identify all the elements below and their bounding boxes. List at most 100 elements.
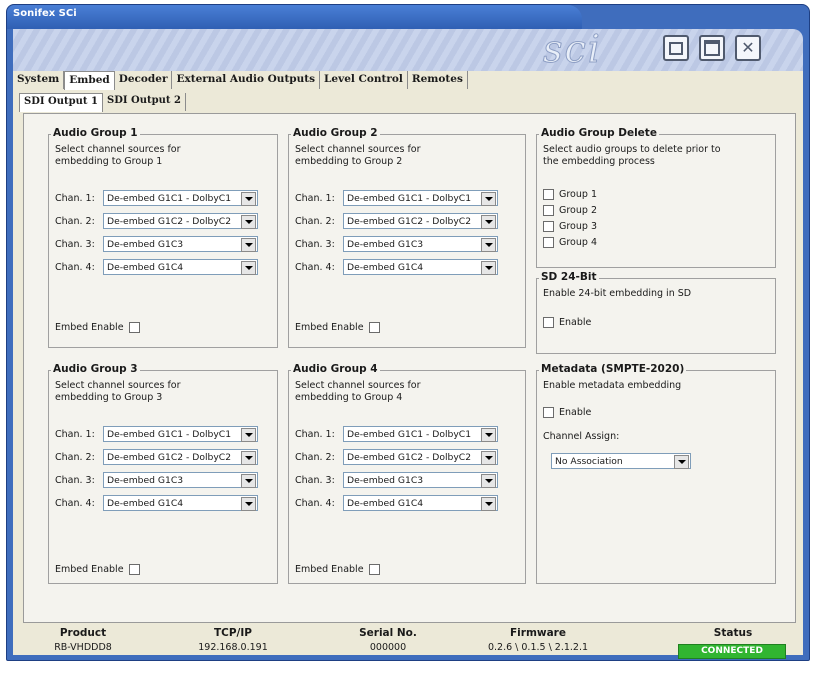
channel-select[interactable]: De-embed G1C1 - DolbyC1 — [343, 190, 498, 206]
embed-enable-row: Embed Enable — [295, 564, 380, 575]
channel-label: Chan. 1: — [295, 192, 335, 204]
embed-enable-checkbox[interactable] — [128, 564, 140, 575]
tab-sdi-output-1[interactable]: SDI Output 1 — [19, 93, 103, 112]
channel-select[interactable]: De-embed G1C1 - DolbyC1 — [343, 426, 498, 442]
channel-assign-select[interactable]: No Association — [551, 453, 691, 469]
description-line: Select channel sources for — [55, 144, 181, 155]
dropdown-arrow-icon[interactable] — [241, 451, 256, 465]
app-window: Sonifex SCi sci ✕ System Embed Decoder E… — [6, 4, 810, 661]
channel-row: Chan. 3: De-embed G1C3 — [295, 235, 498, 253]
metadata-enable-checkbox[interactable] — [543, 407, 554, 418]
metadata-enable-row: Enable — [543, 407, 591, 418]
dropdown-arrow-icon[interactable] — [241, 428, 256, 442]
channel-select[interactable]: De-embed G1C3 — [343, 236, 498, 252]
sd24-enable-checkbox[interactable] — [543, 317, 554, 328]
channel-row: Chan. 1: De-embed G1C1 - DolbyC1 — [55, 425, 258, 443]
select-value: De-embed G1C4 — [347, 262, 424, 273]
channel-select[interactable]: De-embed G1C2 - DolbyC2 — [103, 213, 258, 229]
dropdown-arrow-icon[interactable] — [241, 215, 256, 229]
tab-decoder[interactable]: Decoder — [115, 71, 173, 89]
channel-select[interactable]: De-embed G1C2 - DolbyC2 — [343, 213, 498, 229]
tab-level-control[interactable]: Level Control — [320, 71, 408, 89]
channel-select[interactable]: De-embed G1C3 — [103, 472, 258, 488]
dropdown-arrow-icon[interactable] — [481, 192, 496, 206]
channel-label: Chan. 2: — [55, 451, 95, 463]
dropdown-arrow-icon[interactable] — [241, 238, 256, 252]
status-header: Status — [713, 627, 753, 639]
select-value: No Association — [555, 456, 623, 467]
select-value: De-embed G1C4 — [107, 498, 184, 509]
group-title: Audio Group Delete — [539, 127, 659, 139]
channel-row: Chan. 4: De-embed G1C4 — [55, 258, 258, 276]
tcpip-header: TCP/IP — [213, 627, 252, 639]
maximize-button[interactable] — [699, 35, 725, 61]
audio-group-delete: Audio Group Delete Select audio groups t… — [536, 127, 776, 268]
sd24-enable-row: Enable — [543, 317, 591, 328]
sd24-description: Enable 24-bit embedding in SD — [543, 288, 692, 299]
tab-system[interactable]: System — [13, 71, 65, 89]
channel-label: Chan. 1: — [55, 428, 95, 440]
channel-select[interactable]: De-embed G1C2 - DolbyC2 — [343, 449, 498, 465]
dropdown-arrow-icon[interactable] — [481, 215, 496, 229]
audio-group-2: Audio Group 2 Select channel sources for… — [288, 127, 526, 348]
dropdown-arrow-icon[interactable] — [481, 451, 496, 465]
dropdown-arrow-icon[interactable] — [481, 497, 496, 511]
channel-select[interactable]: De-embed G1C3 — [343, 472, 498, 488]
embed-enable-checkbox[interactable] — [368, 322, 380, 333]
delete-group-2-checkbox[interactable] — [543, 205, 554, 216]
close-button[interactable]: ✕ — [735, 35, 761, 61]
delete-group-4-row: Group 4 — [543, 237, 597, 248]
dropdown-arrow-icon[interactable] — [241, 474, 256, 488]
group-description: Select channel sources for embedding to … — [295, 144, 421, 168]
channel-label: Chan. 3: — [295, 238, 335, 250]
channel-select[interactable]: De-embed G1C4 — [343, 259, 498, 275]
group-description: Select channel sources for embedding to … — [55, 380, 181, 404]
tab-external-audio-outputs[interactable]: External Audio Outputs — [172, 71, 321, 89]
tab-embed[interactable]: Embed — [64, 71, 115, 90]
select-value: De-embed G1C1 - DolbyC1 — [347, 429, 472, 440]
tab-remotes[interactable]: Remotes — [408, 71, 468, 89]
dropdown-arrow-icon[interactable] — [674, 455, 689, 469]
channel-select[interactable]: De-embed G1C4 — [103, 259, 258, 275]
embed-enable-checkbox[interactable] — [128, 322, 140, 333]
channel-row: Chan. 3: De-embed G1C3 — [55, 471, 258, 489]
channel-select[interactable]: De-embed G1C1 - DolbyC1 — [103, 426, 258, 442]
select-value: De-embed G1C2 - DolbyC2 — [107, 452, 232, 463]
channel-label: Chan. 4: — [55, 497, 95, 509]
dropdown-arrow-icon[interactable] — [241, 497, 256, 511]
serial-info: Serial No. 000000 — [333, 627, 443, 653]
channel-label: Chan. 4: — [295, 261, 335, 273]
embed-enable-checkbox[interactable] — [368, 564, 380, 575]
minimize-button[interactable] — [663, 35, 689, 61]
dropdown-arrow-icon[interactable] — [481, 474, 496, 488]
channel-row: Chan. 1: De-embed G1C1 - DolbyC1 — [295, 425, 498, 443]
channel-select[interactable]: De-embed G1C4 — [343, 495, 498, 511]
channel-select[interactable]: De-embed G1C2 - DolbyC2 — [103, 449, 258, 465]
delete-group-1-checkbox[interactable] — [543, 189, 554, 200]
dropdown-arrow-icon[interactable] — [481, 238, 496, 252]
channel-row: Chan. 3: De-embed G1C3 — [295, 471, 498, 489]
status-info: Status — [693, 627, 773, 639]
dropdown-arrow-icon[interactable] — [481, 261, 496, 275]
delete-group-4-checkbox[interactable] — [543, 237, 554, 248]
channel-select[interactable]: De-embed G1C4 — [103, 495, 258, 511]
channel-row: Chan. 1: De-embed G1C1 - DolbyC1 — [295, 189, 498, 207]
channel-select[interactable]: De-embed G1C1 - DolbyC1 — [103, 190, 258, 206]
channel-row: Chan. 4: De-embed G1C4 — [295, 494, 498, 512]
sci-logo: sci — [543, 27, 602, 72]
tab-sdi-output-2[interactable]: SDI Output 2 — [103, 93, 186, 111]
dropdown-arrow-icon[interactable] — [241, 192, 256, 206]
channel-select[interactable]: De-embed G1C3 — [103, 236, 258, 252]
tcpip-value: 192.168.0.191 — [198, 642, 268, 653]
channel-label: Chan. 4: — [55, 261, 95, 273]
description-line: Select channel sources for — [55, 380, 181, 391]
embed-panel: Audio Group 1 Select channel sources for… — [23, 113, 796, 623]
checkbox-label: Enable — [559, 407, 592, 418]
embed-enable-label: Embed Enable — [55, 564, 124, 575]
delete-group-3-checkbox[interactable] — [543, 221, 554, 232]
group-title: SD 24-Bit — [539, 271, 599, 283]
dropdown-arrow-icon[interactable] — [241, 261, 256, 275]
metadata-group: Metadata (SMPTE-2020) Enable metadata em… — [536, 363, 776, 584]
dropdown-arrow-icon[interactable] — [481, 428, 496, 442]
description-line: embedding to Group 3 — [55, 392, 163, 403]
